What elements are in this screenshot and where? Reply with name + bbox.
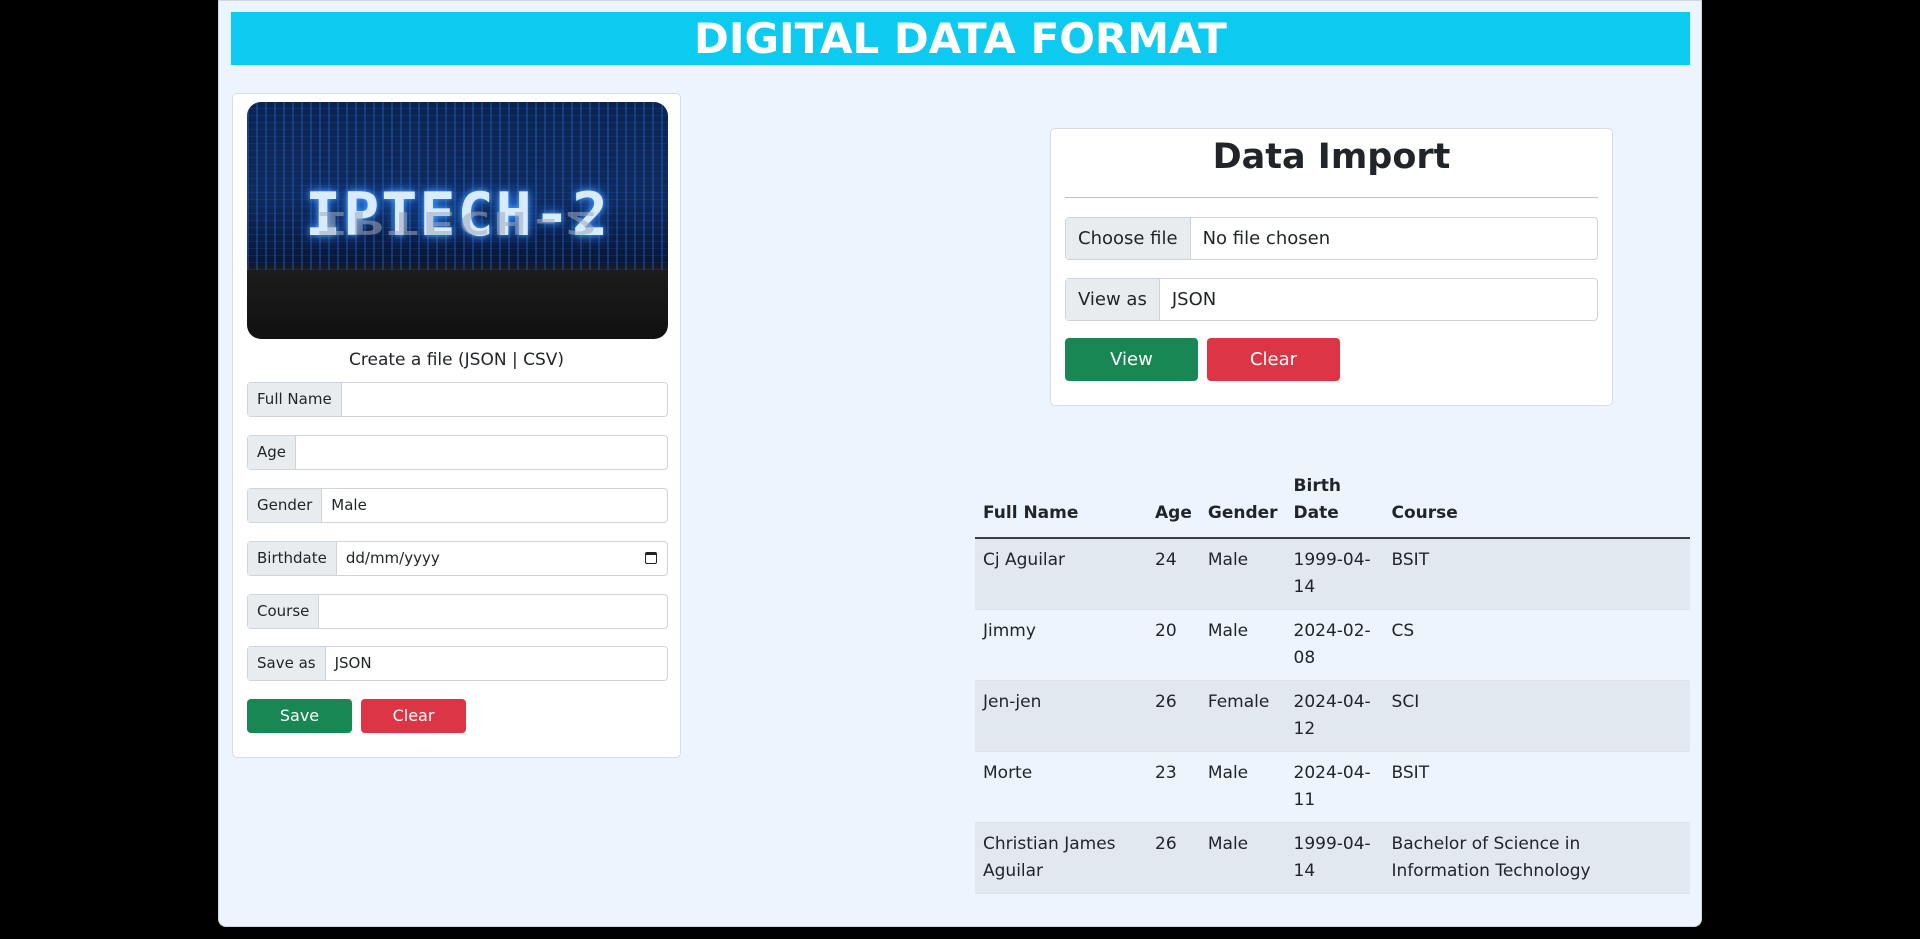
cell-course: BSIT: [1383, 751, 1690, 823]
page-title: DIGITAL DATA FORMAT: [231, 12, 1690, 65]
full-name-label: Full Name: [248, 383, 342, 416]
choose-file-button[interactable]: Choose file: [1066, 218, 1191, 259]
clear-form-button[interactable]: Clear: [361, 699, 466, 733]
data-table: Full Name Age Gender Birth Date Course C…: [975, 465, 1690, 894]
create-file-caption: Create a file (JSON | CSV): [349, 350, 564, 370]
table-row: Cj Aguilar 24 Male 1999-04-14 BSIT: [975, 538, 1690, 610]
column-header-full-name: Full Name: [975, 465, 1147, 539]
cell-gender: Male: [1199, 609, 1286, 681]
cell-gender: Male: [1199, 751, 1286, 823]
cell-full-name: Cj Aguilar: [975, 538, 1147, 610]
divider: [1065, 197, 1598, 198]
data-import-title: Data Import: [1212, 137, 1451, 177]
file-input-group[interactable]: Choose file No file chosen: [1065, 217, 1598, 260]
course-label: Course: [248, 595, 320, 628]
cell-gender: Male: [1199, 538, 1286, 610]
column-header-gender: Gender: [1199, 465, 1286, 539]
cell-full-name: Jimmy: [975, 609, 1147, 681]
file-status: No file chosen: [1202, 228, 1331, 249]
cell-birth-date: 1999-04-14: [1285, 822, 1384, 894]
cell-age: 26: [1147, 680, 1200, 752]
clear-import-button[interactable]: Clear: [1207, 338, 1340, 381]
view-as-select[interactable]: JSON: [1160, 279, 1597, 320]
birthdate-group: Birthdate dd/mm/yyyy: [247, 541, 668, 576]
cell-full-name: Jen-jen: [975, 680, 1147, 752]
age-group: Age: [247, 435, 668, 470]
create-file-card: IPTECH-2 IPTECH-2 Create a file (JSON | …: [232, 93, 681, 758]
cell-age: 23: [1147, 751, 1200, 823]
cell-age: 26: [1147, 822, 1200, 894]
course-input[interactable]: [319, 595, 667, 628]
view-as-label: View as: [1066, 279, 1160, 320]
column-header-age: Age: [1147, 465, 1200, 539]
table-row: Jimmy 20 Male 2024-02-08 CS: [975, 609, 1690, 681]
column-header-birth-date: Birth Date: [1285, 465, 1384, 539]
save-as-label: Save as: [248, 647, 326, 680]
table-row: Christian James Aguilar 26 Male 1999-04-…: [975, 822, 1690, 894]
birthdate-label: Birthdate: [248, 542, 337, 575]
data-import-card: Data Import Choose file No file chosen V…: [1050, 128, 1613, 406]
cell-full-name: Christian James Aguilar: [975, 822, 1147, 894]
cell-age: 20: [1147, 609, 1200, 681]
cell-course: SCI: [1383, 680, 1690, 752]
gender-label: Gender: [248, 489, 323, 522]
age-label: Age: [248, 436, 297, 469]
view-button[interactable]: View: [1065, 338, 1198, 381]
full-name-group: Full Name: [247, 382, 668, 417]
cell-birth-date: 2024-04-11: [1285, 751, 1384, 823]
course-group: Course: [247, 594, 668, 629]
cell-course: BSIT: [1383, 538, 1690, 610]
cell-gender: Female: [1199, 680, 1286, 752]
view-as-group: View as JSON: [1065, 278, 1598, 321]
save-as-select[interactable]: JSON: [326, 647, 667, 680]
full-name-input[interactable]: [342, 383, 667, 416]
gender-group: Gender Male: [247, 488, 668, 523]
cell-course: CS: [1383, 609, 1690, 681]
birthdate-input[interactable]: dd/mm/yyyy: [337, 542, 667, 575]
cell-birth-date: 1999-04-14: [1285, 538, 1384, 610]
table-row: Jen-jen 26 Female 2024-04-12 SCI: [975, 680, 1690, 752]
hero-image: IPTECH-2 IPTECH-2: [247, 102, 668, 339]
table-header-row: Full Name Age Gender Birth Date Course: [975, 465, 1690, 539]
save-as-group: Save as JSON: [247, 646, 668, 681]
column-header-course: Course: [1383, 465, 1690, 539]
table-row: Morte 23 Male 2024-04-11 BSIT: [975, 751, 1690, 823]
cell-age: 24: [1147, 538, 1200, 610]
cell-full-name: Morte: [975, 751, 1147, 823]
app-window: DIGITAL DATA FORMAT IPTECH-2 IPTECH-2 Cr…: [218, 0, 1702, 927]
gender-select[interactable]: Male: [322, 489, 667, 522]
save-button[interactable]: Save: [247, 699, 352, 733]
age-input[interactable]: [296, 436, 667, 469]
birthdate-value: dd/mm/yyyy: [345, 549, 440, 567]
hero-logo-reflection: IPTECH-2: [314, 204, 601, 240]
cell-birth-date: 2024-02-08: [1285, 609, 1384, 681]
cell-birth-date: 2024-04-12: [1285, 680, 1384, 752]
calendar-icon[interactable]: [645, 552, 657, 564]
cell-gender: Male: [1199, 822, 1286, 894]
cell-course: Bachelor of Science in Information Techn…: [1383, 822, 1690, 894]
